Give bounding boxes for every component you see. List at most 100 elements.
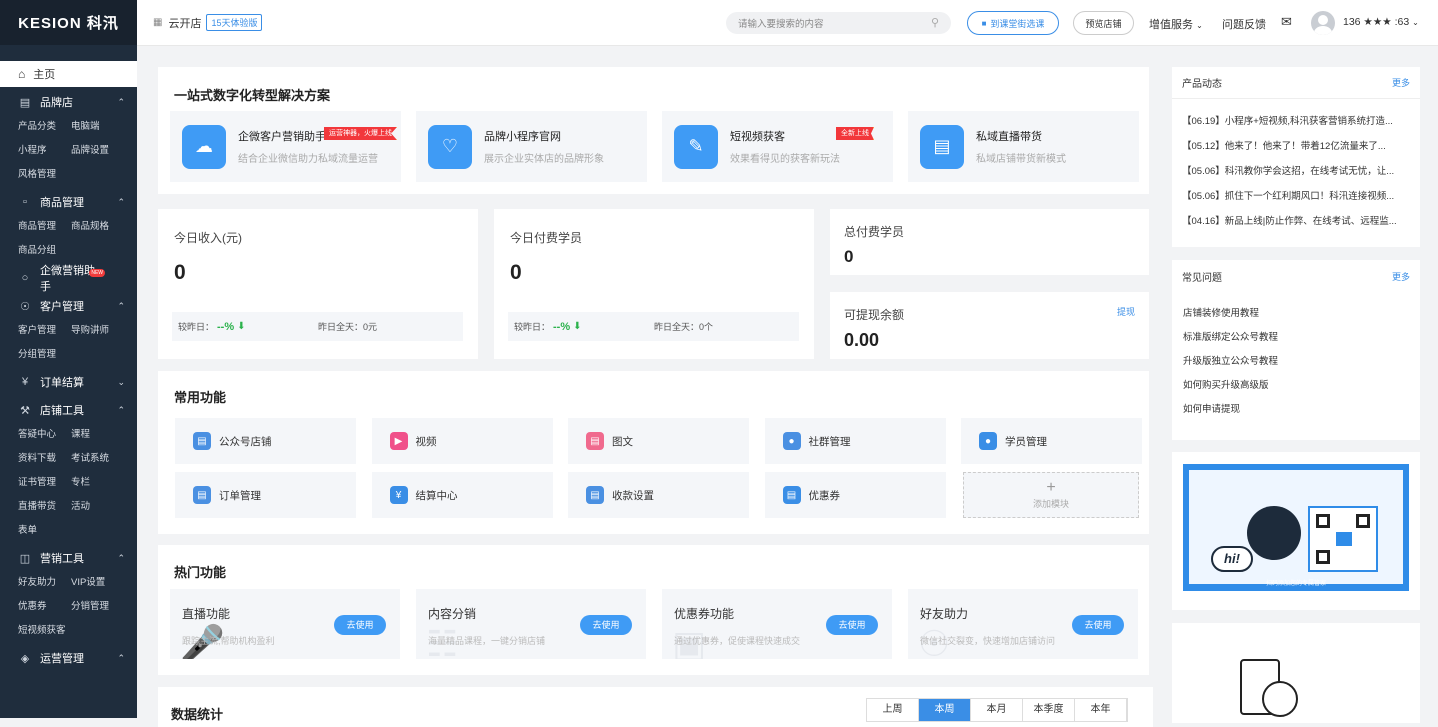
common-function-item[interactable]: ▶ 视频 [371, 418, 553, 464]
sidebar-section-3[interactable]: ☉ 客户管理 ⌃ [0, 293, 137, 319]
add-module-button[interactable]: + 添加模块 [963, 472, 1139, 518]
sidebar-subitem[interactable]: 商品管理 [18, 215, 71, 239]
common-function-item[interactable]: ▤ 收款设置 [568, 472, 749, 518]
qr-code-icon[interactable] [1308, 506, 1378, 572]
common-function-item[interactable]: ● 社群管理 [764, 418, 946, 464]
yesterday-paid: 昨日全天：0个 [654, 322, 714, 332]
sidebar-subitem[interactable]: 电脑端 [71, 115, 124, 139]
solution-item[interactable]: ♡ 品牌小程序官网 展示企业实体店的品牌形象 [416, 111, 647, 182]
solution-item[interactable]: ▤ 私域直播带货 私域店铺带货新模式 [908, 111, 1139, 182]
sidebar-subitem[interactable]: 分组管理 [18, 343, 71, 367]
faq-item[interactable]: 如何申请提现 [1172, 398, 1420, 422]
common-functions-card: 常用功能 ▤ 公众号店铺 ▶ 视频 ▤ 图文 ● 社群管理 ● 学员管理 ▤ 订单管理 ¥ 结算中心 ▤ 收款… [158, 371, 1149, 534]
news-item[interactable]: 【05.12】他来了！他来了！带着12亿流量来了... [1172, 134, 1420, 159]
common-function-item[interactable]: ▤ 公众号店铺 [175, 418, 356, 464]
sidebar-subitem[interactable]: 表单 [18, 519, 71, 543]
faq-item[interactable]: 升级版独立公众号教程 [1172, 350, 1420, 374]
income-compare: 较昨日： --% ⬇ 昨日全天：0元 [172, 312, 463, 341]
course-street-button[interactable]: ■ 到课堂街选课 [967, 11, 1059, 35]
mail-icon[interactable]: ✉ [1281, 14, 1292, 30]
search-input[interactable]: 请输入要搜索的内容 ⚲ [726, 12, 951, 34]
sidebar-section-6[interactable]: ◫ 营销工具 ⌃ [0, 545, 137, 571]
sidebar-subitem[interactable]: 资料下载 [18, 447, 71, 471]
avatar[interactable] [1311, 11, 1335, 35]
sidebar-subitem[interactable]: 优惠券 [18, 595, 71, 619]
compare-label: 较昨日： [514, 322, 551, 332]
sidebar-subitem[interactable]: 风格管理 [18, 163, 71, 187]
sidebar-subitem[interactable]: 好友助力 [18, 571, 71, 595]
paid-students-card: 今日付费学员 0 较昨日： --% ⬇ 昨日全天：0个 [494, 209, 814, 359]
sidebar-section-4[interactable]: ¥ 订单结算 ⌄ [0, 369, 137, 395]
faq-item[interactable]: 标准版绑定公众号教程 [1172, 326, 1420, 350]
news-item[interactable]: 【05.06】科汛教你学会这招，在线考试无忧，让... [1172, 159, 1420, 184]
sidebar-section-1[interactable]: ▫ 商品管理 ⌃ [0, 189, 137, 215]
use-button[interactable]: 去使用 [826, 615, 878, 635]
chevron-up-icon: ⌃ [117, 404, 125, 415]
news-item[interactable]: 【04.16】新品上线|防止作弊、在线考试、远程监... [1172, 209, 1420, 234]
sidebar-subitem[interactable]: 活动 [71, 495, 124, 519]
user-menu[interactable]: 136 ★★★ :63 ⌄ [1343, 16, 1419, 28]
sidebar-subitem[interactable]: 商品规格 [71, 215, 124, 239]
hot-function-title: 优惠券功能 [674, 607, 735, 621]
use-button[interactable]: 去使用 [334, 615, 386, 635]
sidebar-subitem[interactable]: 证书管理 [18, 471, 71, 495]
sidebar-section-5[interactable]: ⚒ 店铺工具 ⌃ [0, 397, 137, 423]
total-students-card: 总付费学员 0 [830, 209, 1149, 275]
common-function-item[interactable]: ● 学员管理 [961, 418, 1142, 464]
sidebar-subitem[interactable]: 分销管理 [71, 595, 124, 619]
sidebar-subitem[interactable]: 课程 [71, 423, 124, 447]
common-function-item[interactable]: ▤ 订单管理 [175, 472, 356, 518]
solution-item[interactable]: ☁ 企微客户营销助手 结合企业微信助力私域流量运营 运营神器，火爆上线 [170, 111, 401, 182]
sidebar-subitem[interactable]: 答疑中心 [18, 423, 71, 447]
sidebar-subitem[interactable]: 专栏 [71, 471, 124, 495]
layers-icon: ◈ [20, 652, 30, 665]
faq-item[interactable]: 店铺装修使用教程 [1172, 302, 1420, 326]
sidebar-subitem[interactable]: 品牌设置 [71, 139, 124, 163]
common-function-item[interactable]: ¥ 结算中心 [371, 472, 553, 518]
sidebar-subitem[interactable]: 短视频获客 [18, 619, 71, 643]
shop-icon: ▦ [153, 17, 163, 28]
sidebar-subitem[interactable]: 考试系统 [71, 447, 124, 471]
faq-more-link[interactable]: 更多 [1392, 270, 1410, 283]
news-item[interactable]: 【05.06】抓住下一个红利期风口！科汛连接视频... [1172, 184, 1420, 209]
sidebar-subitem[interactable]: 小程序 [18, 139, 71, 163]
faq-item[interactable]: 如何购买升级高级版 [1172, 374, 1420, 398]
use-button[interactable]: 去使用 [1072, 615, 1124, 635]
sidebar-section-0[interactable]: ▤ 品牌店 ⌃ [0, 89, 137, 115]
tools-icon: ⚒ [20, 404, 30, 417]
preview-store-button[interactable]: 预览店铺 [1073, 11, 1134, 35]
brand-logo[interactable]: KESION 科汛 [0, 0, 137, 45]
sidebar-subitem[interactable]: 导购讲师 [71, 319, 124, 343]
common-function-item[interactable]: ▤ 优惠券 [764, 472, 946, 518]
qr-caption: 扫码添加您的专属管家 [1265, 581, 1326, 587]
news-item[interactable]: 【06.19】小程序+短视频,科汛获客营销系统打造... [1172, 109, 1420, 134]
solution-title: 私域直播带货 [976, 131, 1042, 143]
sidebar-subitem[interactable]: 直播带货 [18, 495, 71, 519]
sidebar-section-7[interactable]: ◈ 运营管理 ⌃ [0, 645, 137, 671]
hot-function-title: 直播功能 [182, 607, 231, 621]
sidebar-item-label: 主页 [33, 69, 56, 81]
feedback-link[interactable]: 问题反馈 [1222, 16, 1266, 32]
search-icon[interactable]: ⚲ [931, 16, 939, 29]
shop-switcher[interactable]: ▦ 云开店 15天体验版 [153, 14, 263, 31]
shop-icon: ▤ [920, 124, 964, 169]
withdraw-link[interactable]: 提现 [1117, 305, 1135, 318]
sidebar-item-home[interactable]: ⌂ 主页 [0, 61, 137, 87]
news-more-link[interactable]: 更多 [1392, 76, 1410, 89]
value-added-menu[interactable]: 增值服务 ⌄ [1149, 16, 1203, 32]
solution-item[interactable]: ✎ 短视频获客 效果看得见的获客新玩法 全新上线 [662, 111, 893, 182]
product-news-card: 产品动态 更多 【06.19】小程序+短视频,科汛获客营销系统打造... 【05.1… [1172, 67, 1420, 247]
sidebar-subitem[interactable]: 客户管理 [18, 319, 71, 343]
sidebar-subitem[interactable]: 商品分组 [18, 239, 71, 263]
use-button[interactable]: 去使用 [580, 615, 632, 635]
hot-function-item: 🎤 直播功能 跟踪主流,帮助机构盈利 去使用 [170, 589, 400, 659]
sidebar-section-label: 运营管理 [40, 653, 84, 665]
solution-title: 短视频获客 [730, 131, 785, 143]
sidebar-section-label: 商品管理 [40, 197, 84, 209]
common-function-item[interactable]: ▤ 图文 [568, 418, 749, 464]
sidebar-subitem[interactable]: VIP设置 [71, 571, 124, 595]
qr-banner[interactable]: hi! 扫码添加您的专属管家 [1183, 464, 1409, 591]
sidebar-subitem[interactable]: 产品分类 [18, 115, 71, 139]
paid-value: 0 [510, 261, 522, 284]
sidebar-section-2[interactable]: ○ 企微营销助手 NEW [0, 265, 137, 293]
